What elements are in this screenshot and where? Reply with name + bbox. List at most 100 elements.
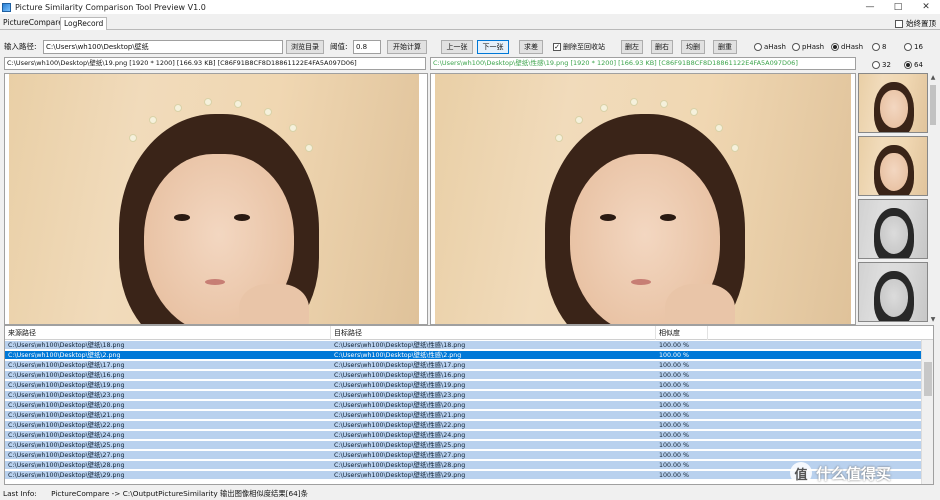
table-row[interactable]: C:\Users\wh100\Desktop\壁纸\25.png C:\Users… bbox=[5, 441, 921, 450]
eye-shape bbox=[600, 214, 616, 221]
delete-right-button[interactable]: 删右 bbox=[651, 40, 673, 54]
radio-label: dHash bbox=[841, 43, 864, 51]
radio-circle[interactable] bbox=[872, 61, 880, 69]
tab-log-record[interactable]: LogRecord bbox=[60, 17, 108, 30]
eye-shape bbox=[234, 214, 250, 221]
radio-circle[interactable] bbox=[792, 43, 800, 51]
compare-button[interactable]: 求差 bbox=[519, 40, 543, 54]
radio-size-16[interactable]: 16 bbox=[904, 42, 923, 52]
table-row[interactable]: C:\Users\wh100\Desktop\壁纸\21.png C:\Users… bbox=[5, 411, 921, 420]
flower-shape bbox=[715, 124, 723, 132]
cell-source: C:\Users\wh100\Desktop\壁纸\29.png bbox=[8, 472, 125, 479]
radio-circle[interactable] bbox=[754, 43, 762, 51]
status-text: PictureCompare -> C:\OutputPictureSimila… bbox=[51, 489, 308, 498]
table-row[interactable]: C:\Users\wh100\Desktop\壁纸\19.png C:\Users… bbox=[5, 381, 921, 390]
radio-size-8[interactable]: 8 bbox=[872, 42, 886, 52]
cell-source: C:\Users\wh100\Desktop\壁纸\22.png bbox=[8, 422, 125, 429]
thumbnail-left-image[interactable] bbox=[858, 73, 928, 133]
column-header-target[interactable]: 目标路径 bbox=[331, 326, 656, 340]
radio-size-64[interactable]: 64 bbox=[904, 60, 923, 70]
flower-shape bbox=[600, 104, 608, 112]
cell-source: C:\Users\wh100\Desktop\壁纸\18.png bbox=[8, 342, 125, 349]
column-header-similarity[interactable]: 相似度 bbox=[656, 326, 708, 340]
close-icon[interactable]: ✕ bbox=[912, 0, 940, 14]
face-shape bbox=[880, 153, 908, 191]
radio-phash[interactable]: pHash bbox=[792, 42, 824, 52]
delete-recycle-label: 删除至回收站 bbox=[563, 43, 605, 51]
radio-ahash[interactable]: aHash bbox=[754, 42, 786, 52]
table-row[interactable]: C:\Users\wh100\Desktop\壁纸\2.png C:\Users\… bbox=[5, 351, 921, 360]
scroll-thumb[interactable] bbox=[930, 85, 936, 125]
thumbnail-right-gray[interactable] bbox=[858, 262, 928, 322]
delete-left-button[interactable]: 删左 bbox=[621, 40, 643, 54]
cell-target: C:\Users\wh100\Desktop\壁纸\性感\19.png bbox=[334, 382, 466, 389]
cell-source: C:\Users\wh100\Desktop\壁纸\16.png bbox=[8, 372, 125, 379]
checkbox-box[interactable] bbox=[895, 19, 903, 28]
table-row[interactable]: C:\Users\wh100\Desktop\壁纸\27.png C:\Users… bbox=[5, 451, 921, 460]
thumbnail-scrollbar[interactable]: ▲ ▼ bbox=[928, 73, 938, 325]
minimize-icon[interactable]: — bbox=[856, 0, 884, 14]
delete-duplicate-button[interactable]: 删重 bbox=[713, 40, 737, 54]
table-row[interactable]: C:\Users\wh100\Desktop\壁纸\22.png C:\Users… bbox=[5, 421, 921, 430]
flower-shape bbox=[630, 98, 638, 106]
radio-circle[interactable] bbox=[872, 43, 880, 51]
app-icon bbox=[2, 2, 11, 12]
start-button[interactable]: 开始计算 bbox=[387, 40, 427, 54]
table-row[interactable]: C:\Users\wh100\Desktop\壁纸\20.png C:\Users… bbox=[5, 401, 921, 410]
cell-similarity: 100.00 % bbox=[659, 412, 690, 419]
radio-label: pHash bbox=[802, 43, 825, 51]
radio-size-32[interactable]: 32 bbox=[872, 60, 891, 70]
scroll-up-icon[interactable]: ▲ bbox=[928, 73, 938, 83]
radio-label: 16 bbox=[914, 43, 923, 51]
watermark-text: 什么值得买 bbox=[816, 464, 892, 483]
thumbnail-column bbox=[858, 73, 928, 325]
next-button[interactable]: 下一张 bbox=[477, 40, 509, 54]
table-row[interactable]: C:\Users\wh100\Desktop\壁纸\18.png C:\Users… bbox=[5, 341, 921, 350]
cell-target: C:\Users\wh100\Desktop\壁纸\性感\16.png bbox=[334, 372, 466, 379]
thumbnail-right-image[interactable] bbox=[858, 136, 928, 196]
delete-recycle-checkbox[interactable]: ✓ 删除至回收站 bbox=[553, 42, 605, 52]
input-path-field[interactable]: C:\Users\wh100\Desktop\壁纸 bbox=[43, 40, 283, 54]
radio-circle-selected[interactable] bbox=[831, 43, 839, 51]
cell-source: C:\Users\wh100\Desktop\壁纸\21.png bbox=[8, 412, 125, 419]
table-row[interactable]: C:\Users\wh100\Desktop\壁纸\17.png C:\Users… bbox=[5, 361, 921, 370]
scroll-thumb[interactable] bbox=[924, 362, 932, 396]
cell-target: C:\Users\wh100\Desktop\壁纸\性感\22.png bbox=[334, 422, 466, 429]
cell-source: C:\Users\wh100\Desktop\壁纸\28.png bbox=[8, 462, 125, 469]
title-bar: Picture Similarity Comparison Tool Previ… bbox=[0, 0, 940, 14]
checkbox-checked-icon[interactable]: ✓ bbox=[553, 43, 561, 51]
thumbnail-left-gray[interactable] bbox=[858, 199, 928, 259]
table-row[interactable]: C:\Users\wh100\Desktop\壁纸\16.png C:\Users… bbox=[5, 371, 921, 380]
table-row[interactable]: C:\Users\wh100\Desktop\壁纸\23.png C:\Users… bbox=[5, 391, 921, 400]
flower-shape bbox=[289, 124, 297, 132]
cell-similarity: 100.00 % bbox=[659, 422, 690, 429]
table-row[interactable]: C:\Users\wh100\Desktop\壁纸\29.png C:\Users… bbox=[5, 471, 921, 480]
flower-shape bbox=[660, 100, 668, 108]
flower-shape bbox=[575, 116, 583, 124]
threshold-field[interactable]: 0.8 bbox=[353, 40, 381, 54]
thumbnail-image bbox=[859, 137, 927, 195]
delete-both-button[interactable]: 均删 bbox=[681, 40, 705, 54]
cell-similarity: 100.00 % bbox=[659, 392, 690, 399]
radio-circle[interactable] bbox=[904, 43, 912, 51]
radio-circle-selected[interactable] bbox=[904, 61, 912, 69]
thumbnail-image bbox=[859, 74, 927, 132]
radio-label: 64 bbox=[914, 61, 923, 69]
radio-dhash[interactable]: dHash bbox=[831, 42, 863, 52]
table-row[interactable]: C:\Users\wh100\Desktop\壁纸\24.png C:\Users… bbox=[5, 431, 921, 440]
result-table: 来源路径 目标路径 相似度 C:\Users\wh100\Desktop\壁纸\… bbox=[4, 325, 934, 485]
maximize-icon[interactable]: □ bbox=[884, 0, 912, 14]
scroll-down-icon[interactable]: ▼ bbox=[928, 315, 938, 325]
column-header-source[interactable]: 来源路径 bbox=[5, 326, 331, 340]
cell-target: C:\Users\wh100\Desktop\壁纸\性感\28.png bbox=[334, 462, 466, 469]
prev-button[interactable]: 上一张 bbox=[441, 40, 473, 54]
browse-button[interactable]: 浏览目录 bbox=[286, 40, 324, 54]
radio-label: 8 bbox=[882, 43, 887, 51]
table-row[interactable]: C:\Users\wh100\Desktop\壁纸\28.png C:\Users… bbox=[5, 461, 921, 470]
cell-similarity: 100.00 % bbox=[659, 372, 690, 379]
tab-picture-compare[interactable]: PictureCompare bbox=[0, 17, 66, 30]
cell-target: C:\Users\wh100\Desktop\壁纸\性感\20.png bbox=[334, 402, 466, 409]
flower-shape bbox=[690, 108, 698, 116]
table-scrollbar[interactable] bbox=[921, 340, 933, 484]
always-on-top-checkbox[interactable]: 始终置顶 bbox=[895, 18, 936, 29]
